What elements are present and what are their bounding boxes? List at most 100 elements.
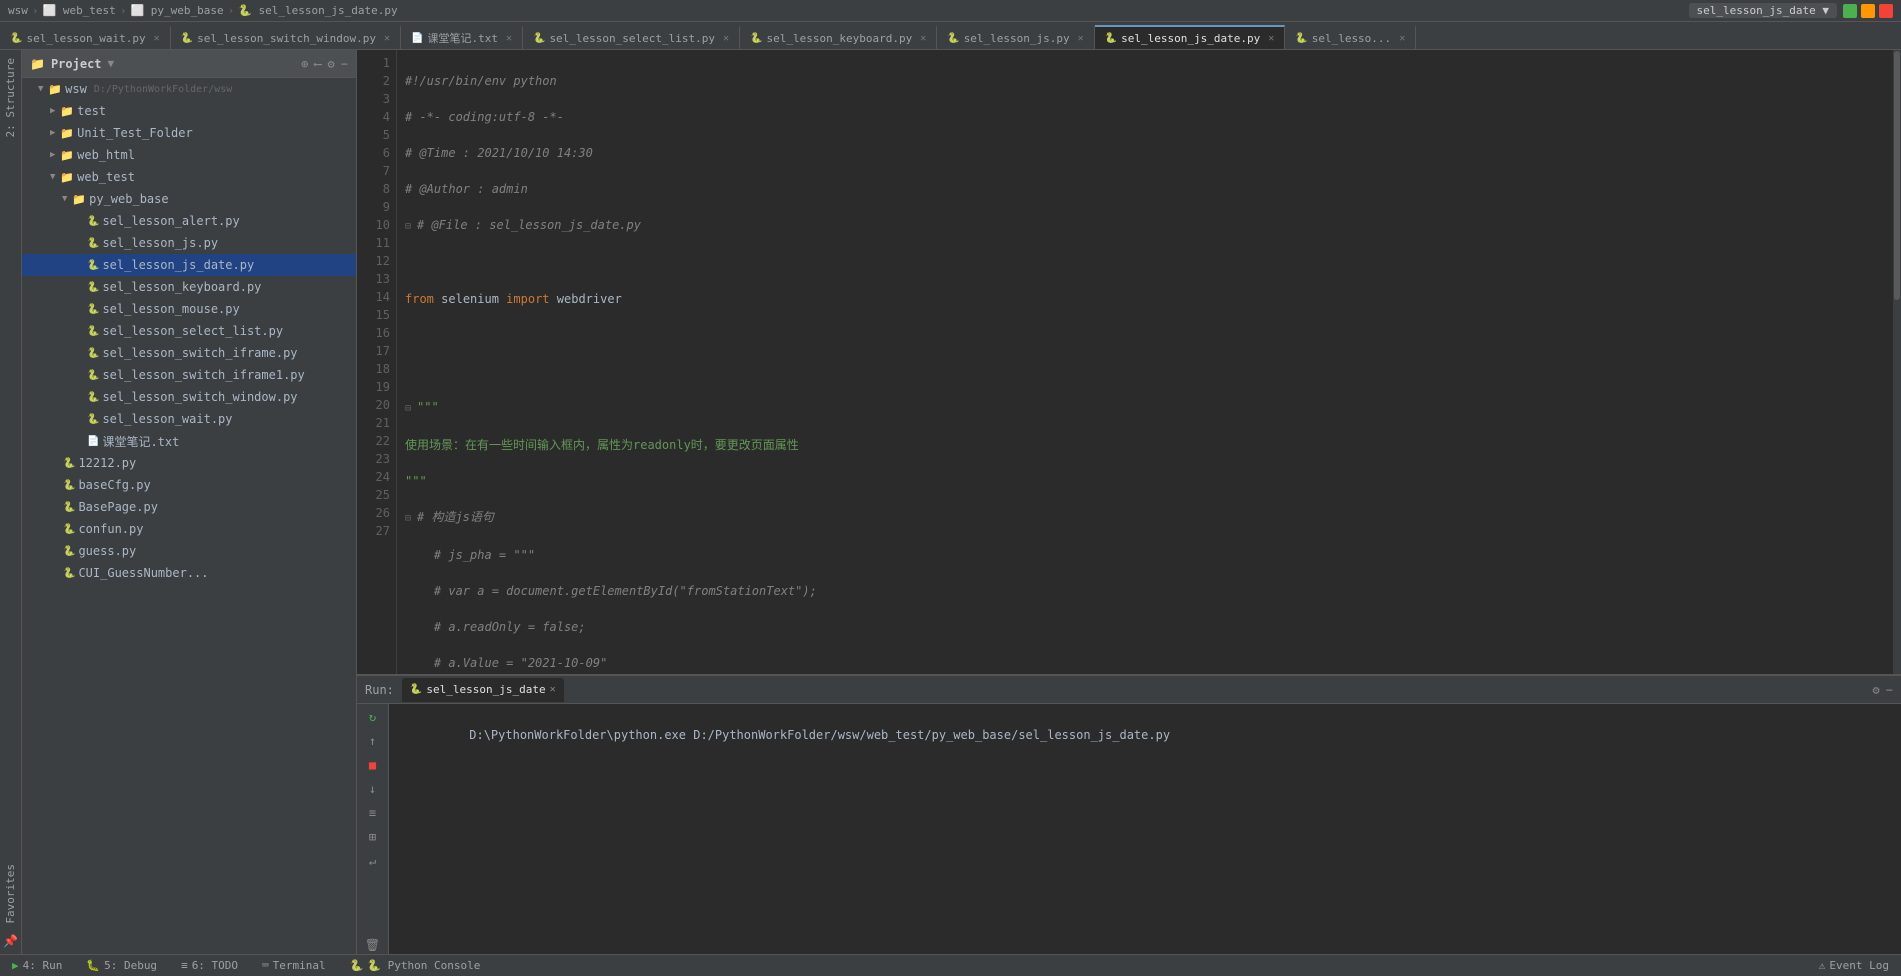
settings-icon[interactable]: ⚙ <box>328 57 335 71</box>
close-btn[interactable] <box>1879 4 1893 18</box>
tree-item-12212[interactable]: 🐍 12212.py <box>22 452 356 474</box>
run-layout-icon[interactable]: ≡ <box>364 804 382 822</box>
left-vertical-bar: 2: Structure Favorites 📌 <box>0 50 22 954</box>
pin-btn[interactable] <box>1861 4 1875 18</box>
project-dropdown-icon[interactable]: ▼ <box>108 57 115 70</box>
tree-item-sel-alert[interactable]: 🐍 sel_lesson_alert.py <box>22 210 356 232</box>
run-filter-icon[interactable]: ⊞ <box>364 828 382 846</box>
tab-notes[interactable]: 📄 课堂笔记.txt ✕ <box>401 25 523 49</box>
run-panel: Run: 🐍 sel_lesson_js_date ✕ ⚙ − ↻ ↑ ■ ↓ <box>357 674 1901 954</box>
run-tab-label: sel_lesson_js_date <box>426 683 545 696</box>
tree-root-wsw[interactable]: ▼ 📁 wsw D:/PythonWorkFolder/wsw <box>22 78 356 100</box>
run-tab-active[interactable]: 🐍 sel_lesson_js_date ✕ <box>402 678 564 702</box>
tab-close-btn[interactable]: ✕ <box>154 33 160 44</box>
tree-item-notes-txt[interactable]: 📄 课堂笔记.txt <box>22 430 356 452</box>
tree-item-sel-js[interactable]: 🐍 sel_lesson_js.py <box>22 232 356 254</box>
run-tab-close[interactable]: ✕ <box>550 684 556 695</box>
tree-item-py-web-base[interactable]: ▼ 📁 py_web_base <box>22 188 356 210</box>
tree-item-web-html[interactable]: ▶ 📁 web_html <box>22 144 356 166</box>
active-file-tab[interactable]: sel_lesson_js_date ▼ <box>1689 3 1837 18</box>
tree-item-sel-switch-window[interactable]: 🐍 sel_lesson_switch_window.py <box>22 386 356 408</box>
minimize-panel-icon[interactable]: − <box>341 57 348 71</box>
vertical-tab-favorites[interactable]: Favorites <box>0 856 21 932</box>
code-line-8 <box>405 326 1893 344</box>
status-python-label: 🐍 Python Console <box>367 959 480 972</box>
status-todo-label: 6: TODO <box>192 959 238 972</box>
tree-item-sel-js-date[interactable]: 🐍 sel_lesson_js_date.py <box>22 254 356 276</box>
editor-tabs-bar: 🐍 sel_lesson_wait.py ✕ 🐍 sel_lesson_swit… <box>0 22 1901 50</box>
project-folder-icon: 📁 <box>30 57 45 71</box>
tab-sel-lesson-wait[interactable]: 🐍 sel_lesson_wait.py ✕ <box>0 25 171 49</box>
code-line-16: # a.readOnly = false; <box>405 618 1893 636</box>
code-content[interactable]: #!/usr/bin/env python # -*- coding:utf-8… <box>397 50 1901 674</box>
tree-item-web-test[interactable]: ▼ 📁 web_test <box>22 166 356 188</box>
status-todo[interactable]: ≡ 6: TODO <box>177 959 242 972</box>
run-pin-icon[interactable]: − <box>1886 683 1893 697</box>
tab-close-btn[interactable]: ✕ <box>506 33 512 44</box>
run-output[interactable]: D:\PythonWorkFolder\python.exe D:/Python… <box>389 704 1901 954</box>
project-tree: ▼ 📁 wsw D:/PythonWorkFolder/wsw ▶ 📁 test… <box>22 78 356 954</box>
tab-close-btn[interactable]: ✕ <box>723 33 729 44</box>
status-run[interactable]: ▶ 4: Run <box>8 959 66 972</box>
status-debug[interactable]: 🐛 5: Debug <box>82 959 161 972</box>
tree-item-sel-wait[interactable]: 🐍 sel_lesson_wait.py <box>22 408 356 430</box>
code-line-15: # var a = document.getElementById("fromS… <box>405 582 1893 600</box>
tab-close-btn[interactable]: ✕ <box>1268 33 1274 44</box>
code-editor[interactable]: 12345 678910 1112131415 1617181920 21222… <box>357 50 1901 674</box>
run-trash-icon[interactable]: 🗑 <box>364 936 382 954</box>
tab-sel-lesso-more[interactable]: 🐍 sel_lesso... ✕ <box>1285 25 1416 49</box>
maximize-btn[interactable] <box>1843 4 1857 18</box>
tab-close-btn[interactable]: ✕ <box>384 33 390 44</box>
tree-item-cui-guess[interactable]: 🐍 CUI_GuessNumber... <box>22 562 356 584</box>
tab-close-btn[interactable]: ✕ <box>1399 33 1405 44</box>
tab-close-btn[interactable]: ✕ <box>1078 33 1084 44</box>
tab-sel-lesson-js[interactable]: 🐍 sel_lesson_js.py ✕ <box>937 25 1094 49</box>
tree-item-sel-switch-iframe1[interactable]: 🐍 sel_lesson_switch_iframe1.py <box>22 364 356 386</box>
tree-item-sel-keyboard[interactable]: 🐍 sel_lesson_keyboard.py <box>22 276 356 298</box>
run-scroll-down-icon[interactable]: ↓ <box>364 780 382 798</box>
run-content: ↻ ↑ ■ ↓ ≡ ⊞ ↵ 🗑 D:\PythonWorkFolder\pyth… <box>357 704 1901 954</box>
left-pin-icon[interactable]: 📌 <box>2 932 20 950</box>
tree-item-unit-test-folder[interactable]: ▶ 📁 Unit_Test_Folder <box>22 122 356 144</box>
run-scroll-up-icon[interactable]: ↑ <box>364 732 382 750</box>
status-event-log[interactable]: ⚠ Event Log <box>1815 959 1893 972</box>
run-word-wrap-icon[interactable]: ↵ <box>364 852 382 870</box>
run-restart-icon[interactable]: ↻ <box>364 708 382 726</box>
scrollbar-thumb[interactable] <box>1894 51 1900 301</box>
code-line-17: # a.Value = "2021-10-09" <box>405 654 1893 672</box>
vertical-tab-structure[interactable]: 2: Structure <box>0 50 21 145</box>
breadcrumb-wsw[interactable]: wsw <box>8 4 28 17</box>
main-area: 2: Structure Favorites 📌 📁 Project ▼ ⊕ ⟵… <box>0 50 1901 954</box>
title-bar-right: sel_lesson_js_date ▼ <box>1689 3 1893 18</box>
project-header-icons: ⊕ ⟵ ⚙ − <box>301 57 348 71</box>
breadcrumb-subfolder[interactable]: ⬜ py_web_base <box>130 4 223 17</box>
editor-scrollbar[interactable] <box>1893 50 1901 674</box>
tree-item-basepage[interactable]: 🐍 BasePage.py <box>22 496 356 518</box>
run-sidebar: ↻ ↑ ■ ↓ ≡ ⊞ ↵ 🗑 <box>357 704 389 954</box>
tab-sel-lesson-keyboard[interactable]: 🐍 sel_lesson_keyboard.py ✕ <box>740 25 937 49</box>
status-debug-label: 5: Debug <box>104 959 157 972</box>
status-terminal[interactable]: ⌨ Terminal <box>258 959 330 972</box>
locate-icon[interactable]: ⊕ <box>301 57 308 71</box>
tab-sel-lesson-select-list[interactable]: 🐍 sel_lesson_select_list.py ✕ <box>523 25 740 49</box>
breadcrumb-folder[interactable]: ⬜ web_test <box>43 4 116 17</box>
status-python-console[interactable]: 🐍 🐍 Python Console <box>346 959 485 972</box>
breadcrumb-file[interactable]: 🐍 sel_lesson_js_date.py <box>238 4 397 17</box>
code-line-2: # -*- coding:utf-8 -*- <box>405 108 1893 126</box>
code-line-11: 使用场景：在有一些时间输入框内，属性为readonly时，要更改页面属性 <box>405 436 1893 454</box>
code-line-1: #!/usr/bin/env python <box>405 72 1893 90</box>
run-stop-icon[interactable]: ■ <box>364 756 382 774</box>
tree-item-test[interactable]: ▶ 📁 test <box>22 100 356 122</box>
tree-item-sel-select-list[interactable]: 🐍 sel_lesson_select_list.py <box>22 320 356 342</box>
tree-item-confun[interactable]: 🐍 confun.py <box>22 518 356 540</box>
tree-item-guess[interactable]: 🐍 guess.py <box>22 540 356 562</box>
tree-item-basecfg[interactable]: 🐍 baseCfg.py <box>22 474 356 496</box>
collapse-icon[interactable]: ⟵ <box>314 57 321 71</box>
tab-sel-lesson-js-date[interactable]: 🐍 sel_lesson_js_date.py ✕ <box>1095 25 1286 49</box>
tab-sel-lesson-switch-window[interactable]: 🐍 sel_lesson_switch_window.py ✕ <box>171 25 401 49</box>
tree-item-sel-switch-iframe[interactable]: 🐍 sel_lesson_switch_iframe.py <box>22 342 356 364</box>
tab-close-btn[interactable]: ✕ <box>920 33 926 44</box>
code-line-3: # @Time : 2021/10/10 14:30 <box>405 144 1893 162</box>
tree-item-sel-mouse[interactable]: 🐍 sel_lesson_mouse.py <box>22 298 356 320</box>
run-settings-icon[interactable]: ⚙ <box>1873 683 1880 697</box>
